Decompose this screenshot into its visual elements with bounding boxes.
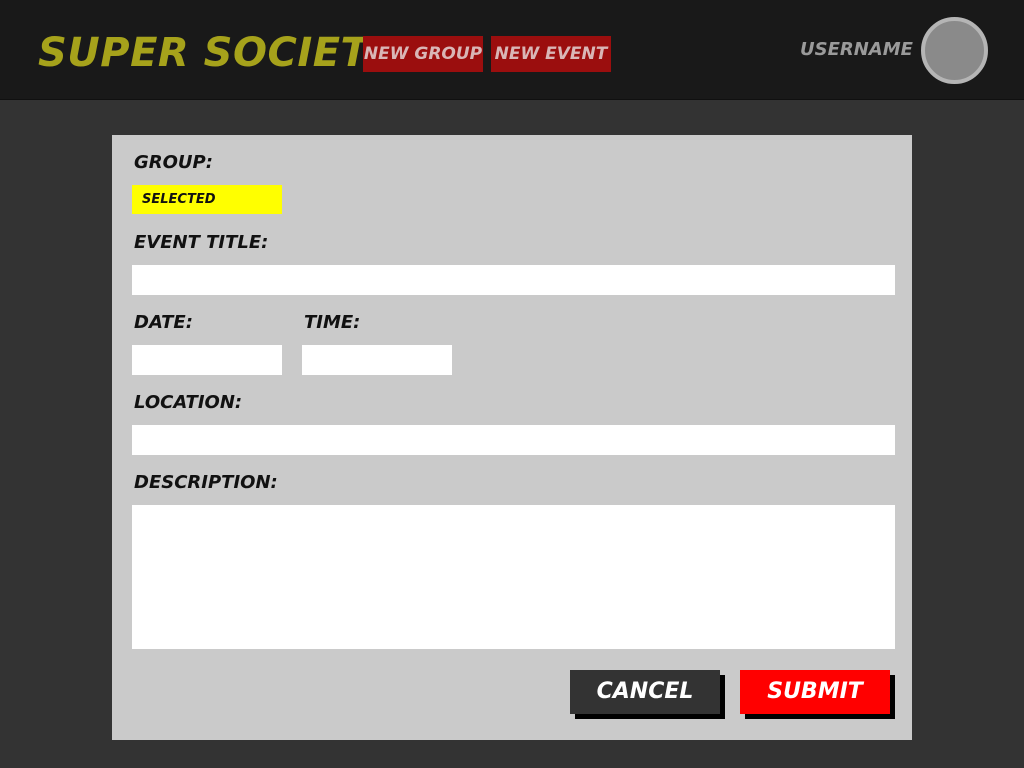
new-event-form: GROUP: SELECTED EVENT TITLE: DATE: TIME:… [112, 135, 912, 740]
time-label: TIME: [304, 312, 361, 333]
date-label: DATE: [134, 312, 193, 333]
event-title-input[interactable] [132, 265, 895, 295]
submit-button[interactable]: SUBMIT [740, 670, 890, 714]
description-textarea[interactable] [132, 505, 895, 649]
location-label: LOCATION: [134, 392, 243, 413]
group-select[interactable]: SELECTED [132, 185, 282, 214]
avatar[interactable] [921, 17, 988, 84]
description-label: DESCRIPTION: [134, 472, 278, 493]
time-input[interactable] [302, 345, 452, 375]
new-group-button[interactable]: NEW GROUP [363, 36, 483, 72]
location-input[interactable] [132, 425, 895, 455]
event-title-label: EVENT TITLE: [134, 232, 269, 253]
date-input[interactable] [132, 345, 282, 375]
app-logo[interactable]: SUPER SOCIETY [38, 30, 398, 76]
group-label: GROUP: [134, 152, 213, 173]
new-event-button[interactable]: NEW EVENT [491, 36, 611, 72]
username-label[interactable]: USERNAME [800, 36, 913, 64]
top-header: SUPER SOCIETY NEW GROUP NEW EVENT USERNA… [0, 0, 1024, 100]
cancel-button[interactable]: CANCEL [570, 670, 720, 714]
